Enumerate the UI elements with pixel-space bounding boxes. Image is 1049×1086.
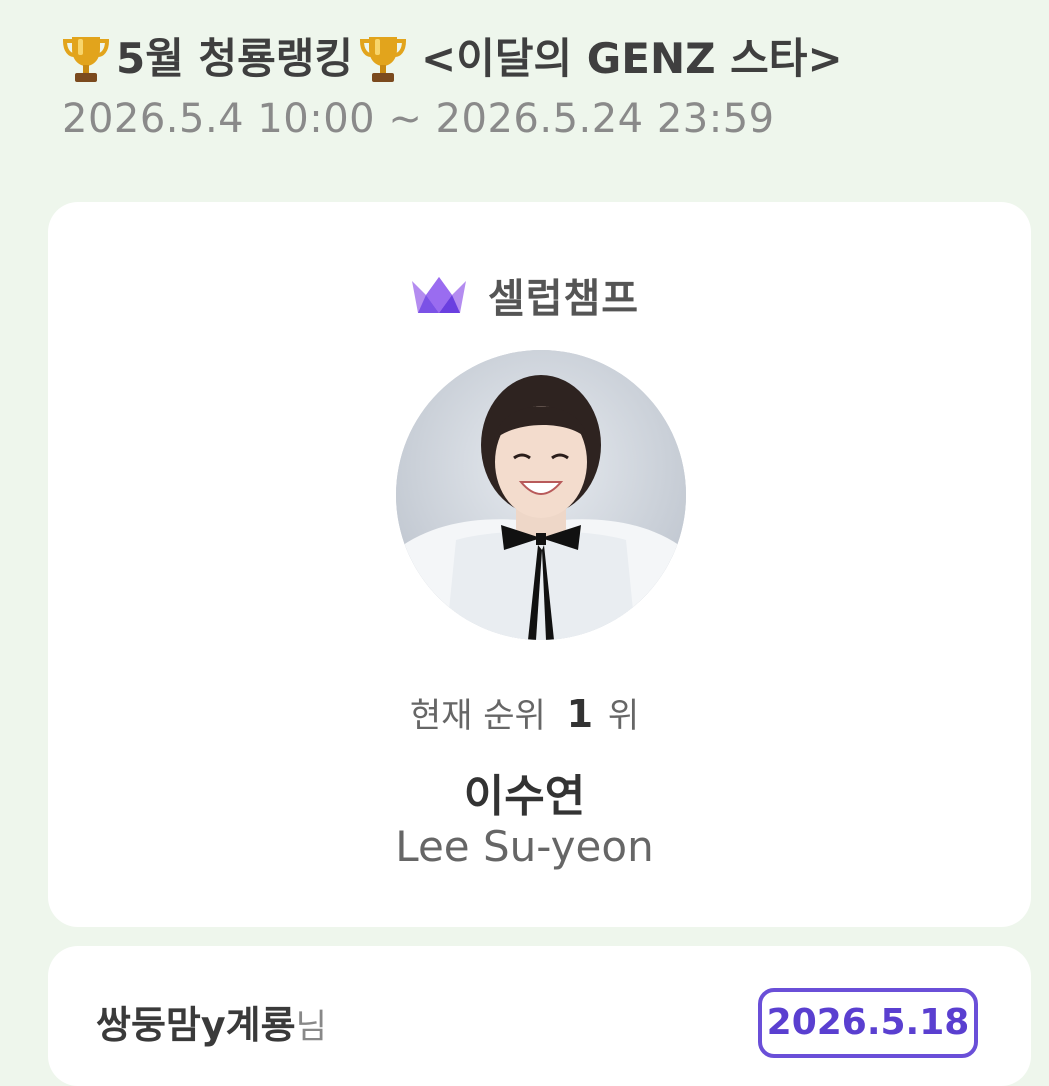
title-text: 5월 청룡랭킹 [116,34,354,83]
brand-name: 셀럽챔프 [487,276,640,322]
rank-unit: 위 [607,696,640,736]
trophy-icon [360,37,407,82]
rank-label: 현재 순위 [409,696,546,736]
username-suffix: 님 [295,1007,327,1047]
entry-date-badge: 2026.5.18 [758,988,978,1058]
header: 5월 청룡랭킹 <이달의 GENZ 스타> 2026.5.4 10:00 ~ 2… [62,28,1022,142]
event-period: 2026.5.4 10:00 ~ 2026.5.24 23:59 [62,96,775,142]
crown-icon [411,277,466,313]
current-rank: 현재 순위 1 위 [0,688,1049,737]
entry-user: 쌍둥맘y계룡님 [96,994,327,1049]
rank-number: 1 [566,692,594,736]
username: 쌍둥맘y계룡 [96,1003,296,1047]
title-subtext: <이달의 GENZ 스타> [421,34,843,83]
celebrity-name-korean: 이수연 [463,771,586,822]
page-title: 5월 청룡랭킹 <이달의 GENZ 스타> [62,28,1022,90]
avatar [396,350,686,640]
avatar-photo [396,350,686,640]
brand: 셀럽챔프 [0,266,1049,324]
trophy-icon [62,37,110,82]
celebrity-name-english: Lee Su-yeon [395,822,654,871]
